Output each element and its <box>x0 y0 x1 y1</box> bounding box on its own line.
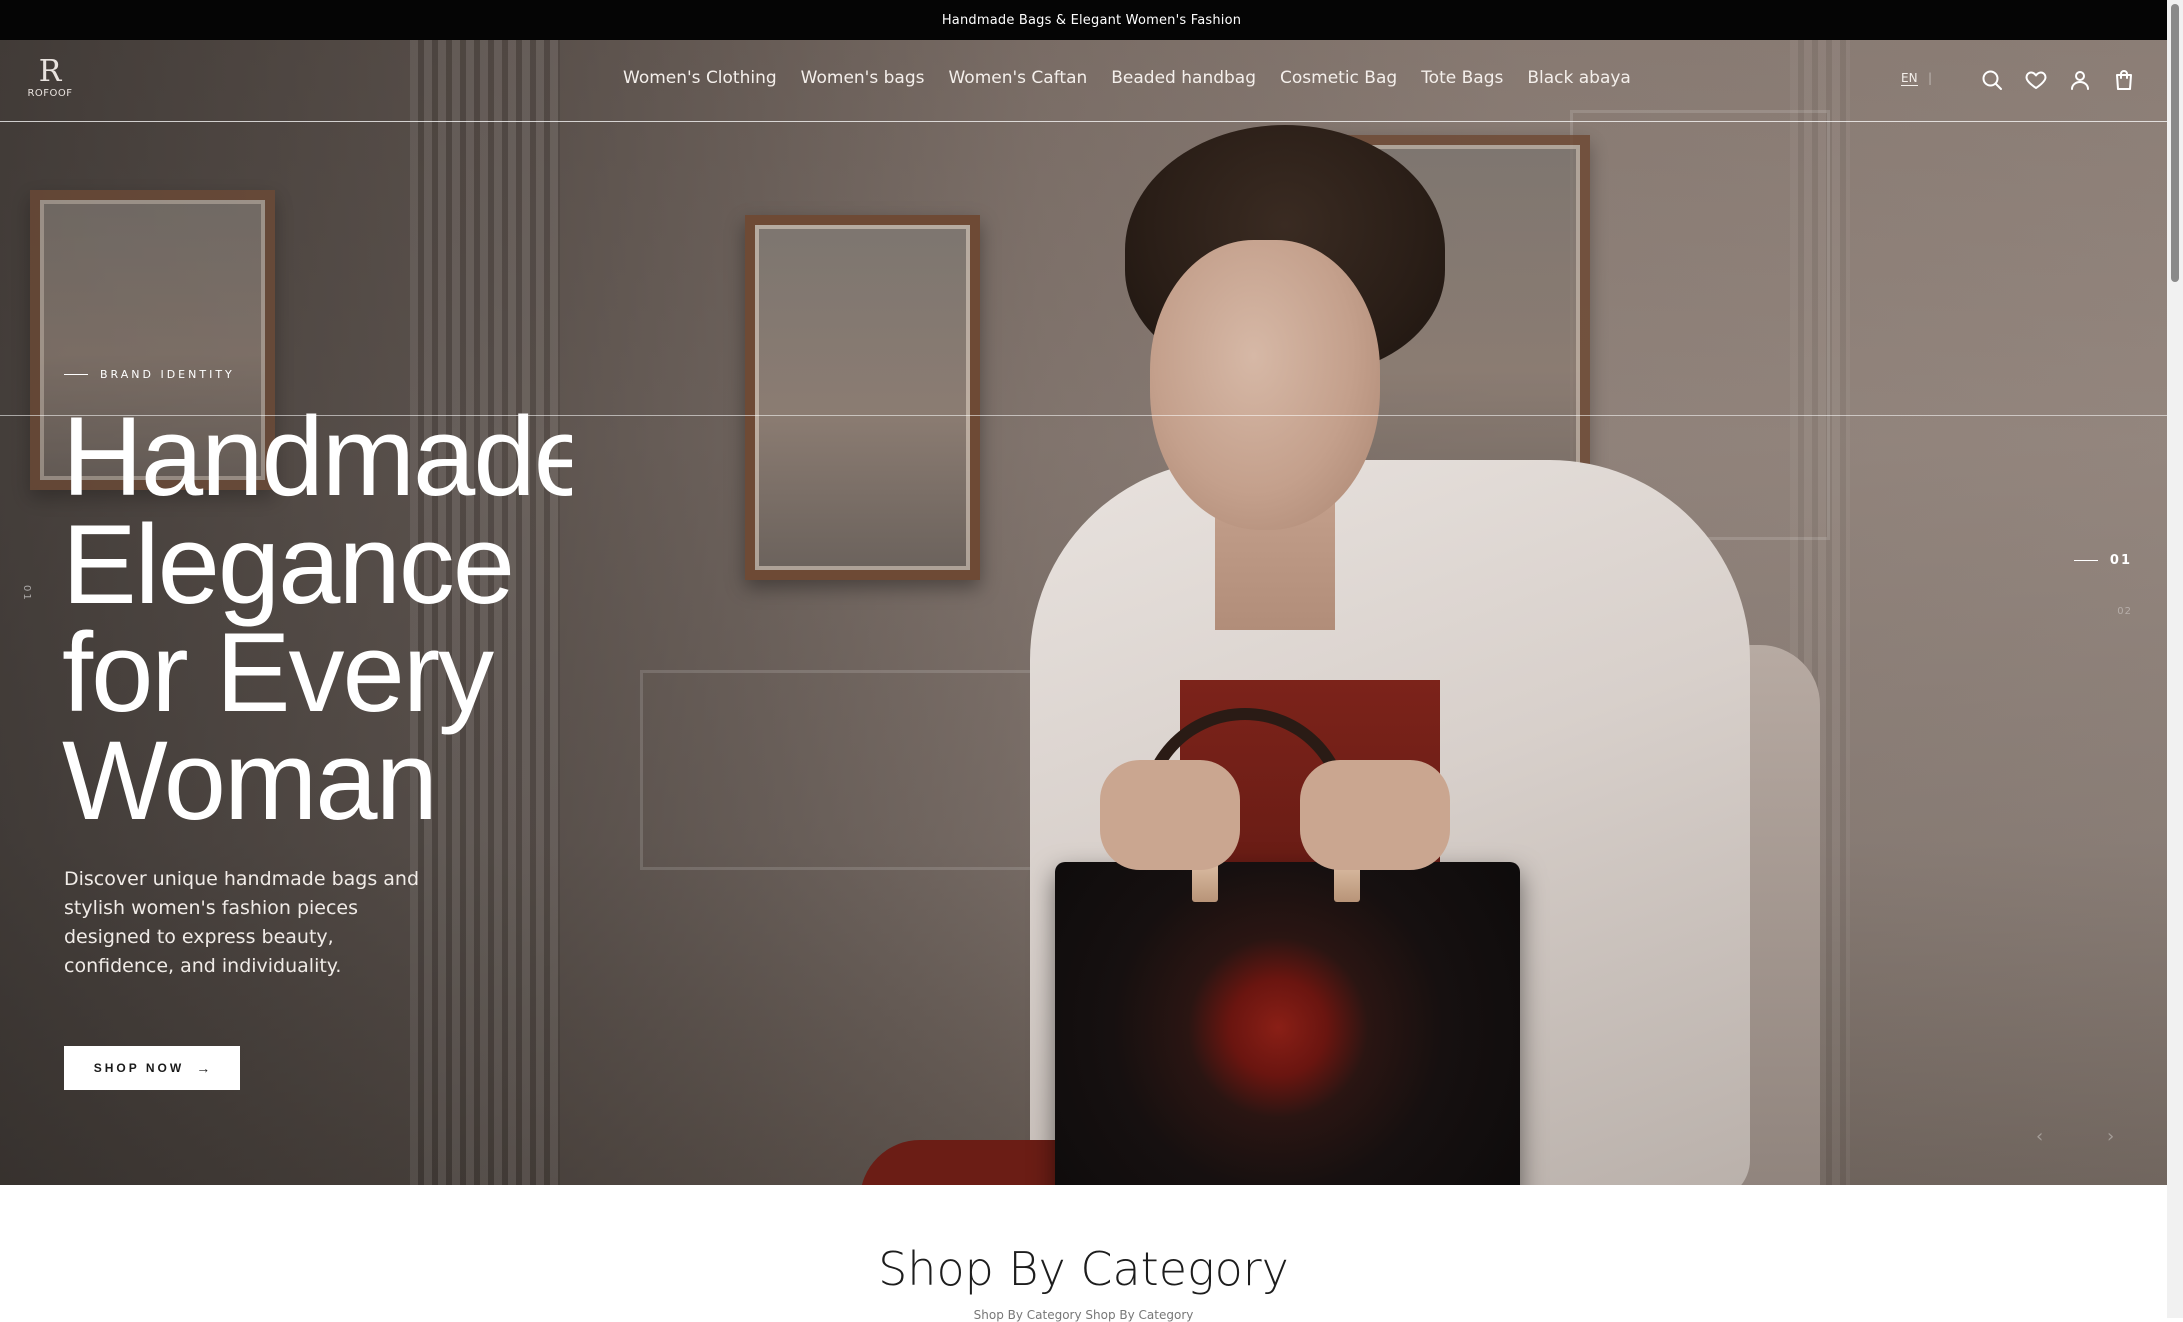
nav-item-womens-caftan[interactable]: Women's Caftan <box>948 68 1087 88</box>
hero-headline: Handmade Elegance for Every Woman <box>62 403 572 835</box>
language-separator: | <box>1928 71 1933 85</box>
search-icon[interactable] <box>1979 67 2005 93</box>
nav-item-cosmetic-bag[interactable]: Cosmetic Bag <box>1280 68 1397 88</box>
heart-icon[interactable] <box>2023 67 2049 93</box>
hero-description: Discover unique handmade bags and stylis… <box>64 868 420 977</box>
next-slide-button[interactable]: › <box>2107 1126 2114 1147</box>
slide-indicator-next[interactable]: 02 <box>2072 606 2132 617</box>
arrow-right-icon: → <box>196 1060 211 1076</box>
scrollbar-thumb[interactable] <box>2171 4 2179 282</box>
slide-indicator-active[interactable]: 01 <box>2072 553 2132 568</box>
category-section-subtitle: Shop By Category Shop By Category <box>973 1308 1194 1322</box>
slide-pagination: 01 02 <box>2072 553 2132 617</box>
nav-item-black-abaya[interactable]: Black abaya <box>1527 68 1631 88</box>
handbag-image <box>1055 862 1520 1185</box>
user-icon[interactable] <box>2067 67 2093 93</box>
hero-eyebrow: BRAND IDENTITY <box>64 368 235 381</box>
logo-wordmark: ROFOOF <box>27 88 73 99</box>
shop-now-button[interactable]: SHOP NOW → <box>64 1046 240 1090</box>
model-hand <box>1100 760 1240 870</box>
side-slide-index: 01 <box>21 585 32 602</box>
announcement-text: Handmade Bags & Elegant Women's Fashion <box>941 12 1242 28</box>
page-scrollbar[interactable] <box>2167 0 2183 1318</box>
cart-icon[interactable] <box>2111 67 2137 93</box>
nav-item-tote-bags[interactable]: Tote Bags <box>1421 68 1503 88</box>
nav-item-womens-clothing[interactable]: Women's Clothing <box>623 68 777 88</box>
model-hand <box>1300 760 1450 870</box>
eyebrow-dash <box>64 374 88 375</box>
site-header: R ROFOOF Women's Clothing Women's bags W… <box>0 40 2167 122</box>
decor-panel <box>640 670 1080 870</box>
headline-line: Woman <box>62 718 438 836</box>
language-switcher[interactable]: EN <box>1901 71 1918 86</box>
headline-line: Elegance <box>62 502 515 627</box>
logo-mark: R <box>38 54 62 89</box>
category-section-title: Shop By Category <box>878 1242 1289 1296</box>
announcement-bar: Handmade Bags & Elegant Women's Fashion <box>0 0 2183 40</box>
slide-number-current: 01 <box>2109 553 2132 568</box>
headline-line: for Every <box>62 610 494 735</box>
wall-painting <box>745 215 980 580</box>
headline-line: Handmade <box>62 403 572 519</box>
shop-now-label: SHOP NOW <box>93 1061 185 1075</box>
prev-slide-button[interactable]: ‹ <box>2036 1126 2043 1147</box>
brand-logo[interactable]: R ROFOOF <box>22 56 78 106</box>
nav-item-beaded-handbag[interactable]: Beaded handbag <box>1111 68 1256 88</box>
nav-item-womens-bags[interactable]: Women's bags <box>801 68 925 88</box>
eyebrow-label: BRAND IDENTITY <box>100 368 235 381</box>
model-face <box>1150 240 1380 530</box>
main-nav: Women's Clothing Women's bags Women's Ca… <box>623 68 1655 88</box>
indicator-dash <box>2073 560 2098 561</box>
